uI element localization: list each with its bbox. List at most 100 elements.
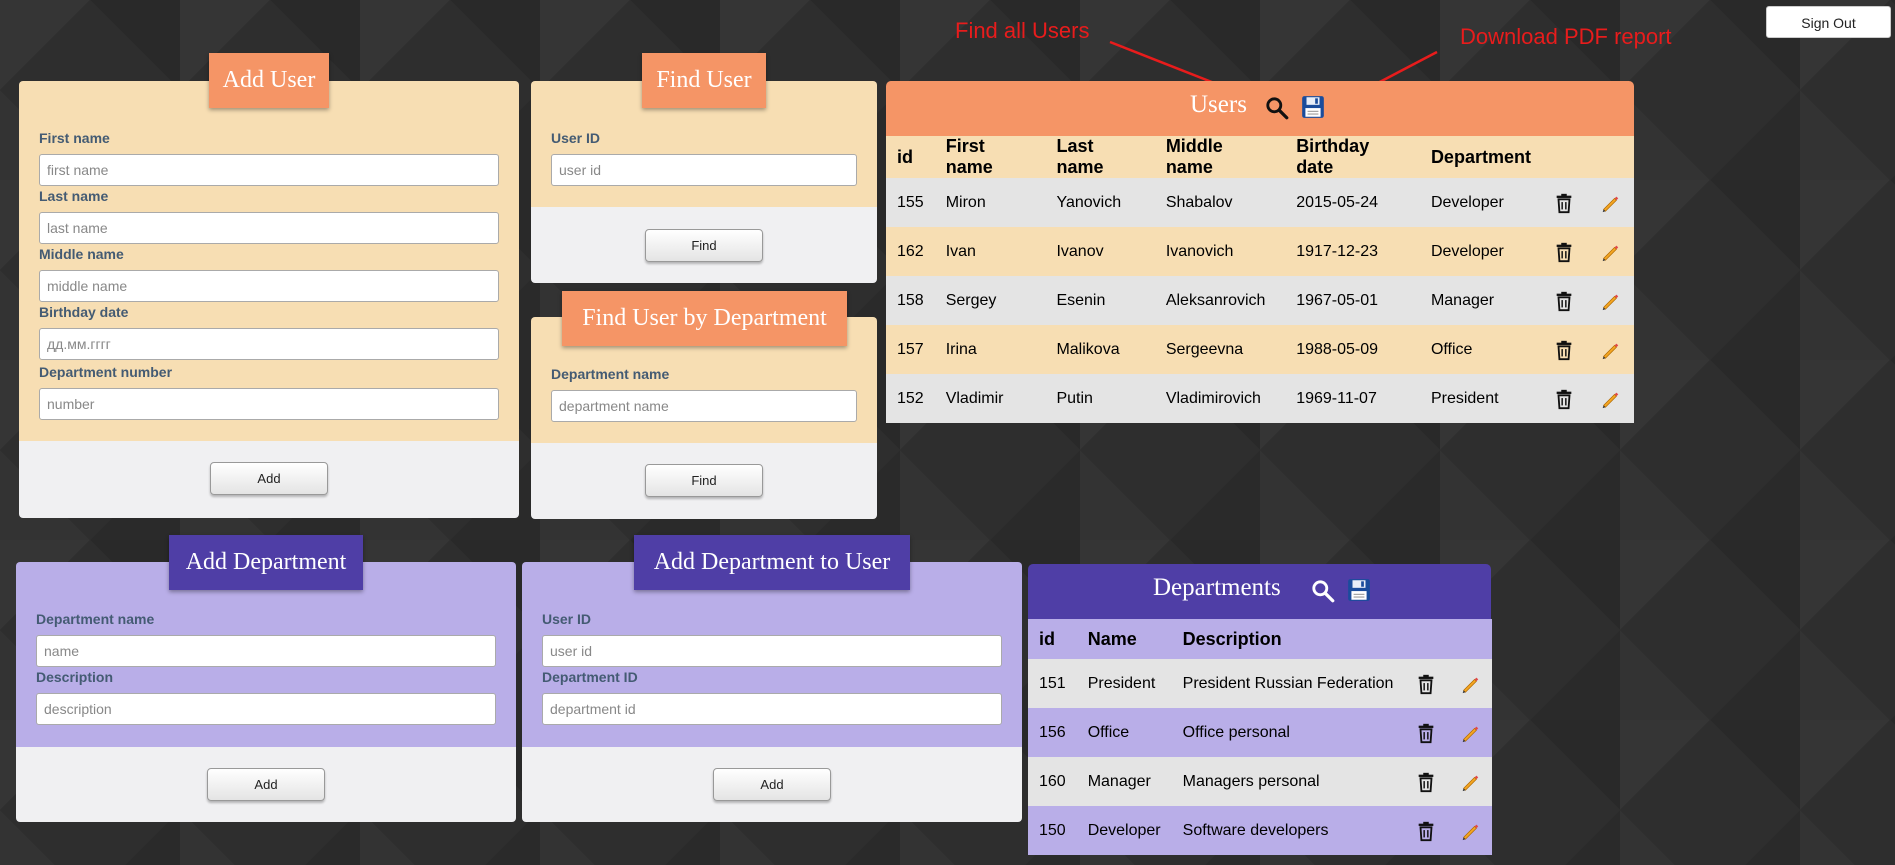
find-by-department-card: Find User by Department Department name … [531, 291, 877, 519]
add-department-title: Add Department [169, 535, 363, 590]
delete-cell [1542, 276, 1588, 325]
col-dep-name: Name [1087, 628, 1137, 649]
delete-trash-icon[interactable] [1553, 290, 1575, 312]
delete-cell [1542, 374, 1588, 423]
user-cell: Irina [945, 340, 977, 358]
user-cell: 1988-05-09 [1296, 340, 1379, 358]
edit-cell [1588, 325, 1634, 374]
add-department-to-user-button[interactable]: Add [713, 768, 831, 801]
delete-cell [1404, 659, 1448, 708]
user-id-input[interactable] [551, 154, 857, 186]
birthday-label: Birthday date [39, 304, 129, 320]
col-middle-name: Middle name [1165, 136, 1223, 177]
edit-pencil-icon[interactable] [1599, 192, 1621, 214]
delete-trash-icon[interactable] [1553, 339, 1575, 361]
user-cell: 157 [897, 340, 924, 358]
find-user-button[interactable]: Find [645, 229, 763, 262]
edit-pencil-icon[interactable] [1599, 241, 1621, 263]
department-cell: Office [1087, 723, 1130, 741]
edit-cell [1448, 806, 1492, 855]
user-cell: 155 [897, 193, 924, 211]
edit-cell [1588, 276, 1634, 325]
sign-out-button[interactable]: Sign Out [1766, 6, 1891, 38]
find-by-department-button[interactable]: Find [645, 464, 763, 497]
delete-trash-icon[interactable] [1415, 722, 1437, 744]
middle-name-label: Middle name [39, 246, 124, 262]
assign-user-id-input[interactable] [542, 635, 1002, 667]
user-cell: Sergey [945, 291, 997, 309]
delete-cell [1542, 178, 1588, 227]
find-all-departments-search-icon[interactable] [1310, 578, 1336, 604]
edit-pencil-icon[interactable] [1459, 771, 1481, 793]
department-id-label: Department ID [542, 669, 638, 685]
user-cell: Manager [1430, 291, 1495, 309]
user-row: 155 Miron Yanovich Shabalov 2015-05-24 Develo… [886, 178, 1634, 227]
col-department: Department [1430, 146, 1531, 167]
description-input[interactable] [36, 693, 496, 725]
users-table-header: id First name Last name Middle name Birt… [886, 136, 1634, 178]
edit-pencil-icon[interactable] [1459, 722, 1481, 744]
edit-pencil-icon[interactable] [1599, 388, 1621, 410]
department-name-input[interactable] [551, 390, 857, 422]
birthday-input[interactable] [39, 328, 499, 360]
edit-pencil-icon[interactable] [1459, 673, 1481, 695]
user-cell: Aleksanrovich [1165, 291, 1266, 309]
add-user-button[interactable]: Add [210, 462, 328, 495]
edit-cell [1588, 178, 1634, 227]
user-cell: Office [1430, 340, 1473, 358]
add-user-title: Add User [209, 53, 329, 108]
department-id-input[interactable] [542, 693, 1002, 725]
department-cell: 160 [1039, 772, 1066, 790]
add-department-card: Add Department Department name Descripti… [16, 535, 516, 822]
user-cell: Vladimirovich [1165, 389, 1261, 407]
department-cell: President [1087, 674, 1156, 692]
delete-cell [1404, 757, 1448, 806]
user-row: 157 Irina Malikova Sergeevna 1988-05-09 Offic… [886, 325, 1634, 374]
users-header: Users [886, 81, 1634, 136]
delete-trash-icon[interactable] [1415, 673, 1437, 695]
department-row: 160 Manager Managers personal [1028, 757, 1493, 806]
department-cell: 151 [1039, 674, 1066, 692]
delete-trash-icon[interactable] [1415, 820, 1437, 842]
col-dep-description: Description [1182, 628, 1282, 649]
user-row: 158 Sergey Esenin Aleksanrovich 1967-05-01 Ma… [886, 276, 1634, 325]
delete-trash-icon[interactable] [1553, 192, 1575, 214]
edit-cell [1588, 227, 1634, 276]
first-name-label: First name [39, 130, 110, 146]
first-name-input[interactable] [39, 154, 499, 186]
col-dep-id: id [1039, 628, 1055, 649]
find-user-title: Find User [642, 53, 766, 108]
delete-cell [1404, 708, 1448, 757]
add-department-button[interactable]: Add [207, 768, 325, 801]
departments-download-pdf-floppy-icon[interactable] [1346, 577, 1372, 603]
edit-pencil-icon[interactable] [1599, 290, 1621, 312]
delete-trash-icon[interactable] [1553, 241, 1575, 263]
delete-cell [1542, 325, 1588, 374]
edit-pencil-icon[interactable] [1599, 339, 1621, 361]
users-title: Users [1190, 91, 1247, 118]
department-cell: Office personal [1182, 723, 1290, 741]
user-cell: Vladimir [945, 389, 1004, 407]
department-cell: Manager [1087, 772, 1151, 790]
users-download-pdf-floppy-icon[interactable] [1300, 94, 1326, 120]
find-by-department-title: Find User by Department [562, 291, 847, 346]
edit-cell [1448, 708, 1492, 757]
find-all-users-search-icon[interactable] [1264, 95, 1290, 121]
user-cell: Sergeevna [1165, 340, 1244, 358]
department-row: 151 President President Russian Federation [1028, 659, 1493, 708]
department-name-label: Department name [551, 366, 670, 382]
delete-trash-icon[interactable] [1415, 771, 1437, 793]
delete-trash-icon[interactable] [1553, 388, 1575, 410]
user-cell: President [1430, 389, 1499, 407]
add-department-name-input[interactable] [36, 635, 496, 667]
user-cell: Ivanov [1056, 242, 1104, 260]
department-row: 156 Office Office personal [1028, 708, 1493, 757]
edit-pencil-icon[interactable] [1459, 820, 1481, 842]
department-number-input[interactable] [39, 388, 499, 420]
middle-name-input[interactable] [39, 270, 499, 302]
last-name-input[interactable] [39, 212, 499, 244]
add-department-to-user-title: Add Department to User [634, 535, 910, 590]
department-number-label: Department number [39, 364, 173, 380]
user-cell: Developer [1430, 242, 1504, 260]
user-cell: Esenin [1056, 291, 1106, 309]
